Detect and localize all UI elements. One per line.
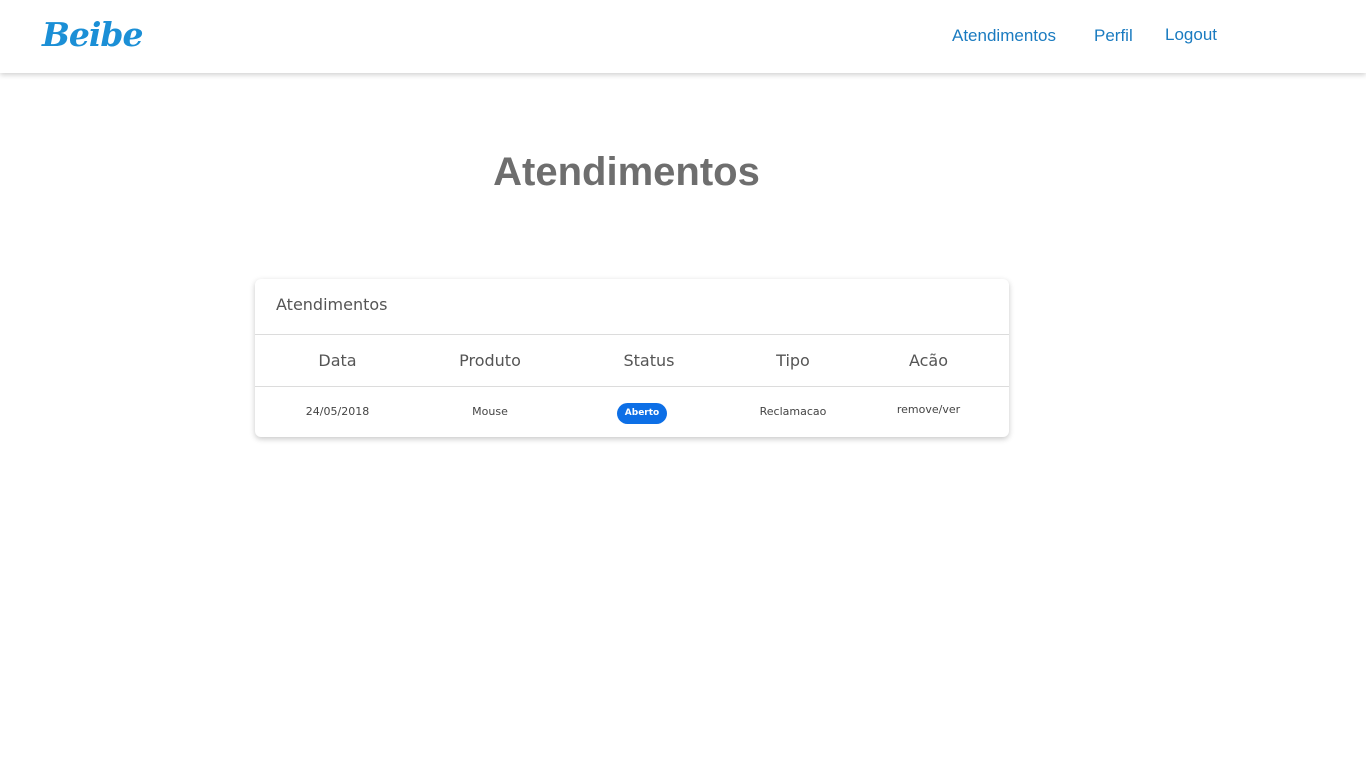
column-header-produto: Produto [459,351,521,370]
status-badge: Aberto [616,403,668,424]
column-header-acao: Acão [908,351,949,370]
column-header-tipo: Tipo [776,351,810,370]
page-title: Atendimentos [493,150,760,194]
card-header: Atendimentos [255,279,1009,335]
cell-acao: remove/ver [848,387,1009,436]
cell-produto: Mouse [472,405,508,418]
column-header-status: Status [623,351,675,370]
cell-tipo: Reclamacao [759,405,827,418]
brand-logo[interactable]: Beibe [42,13,143,57]
nav-link-perfil[interactable]: Perfil [1094,25,1133,47]
column-header-data: Data [318,351,357,370]
top-navbar: Beibe Atendimentos Perfil Logout [0,0,1366,73]
remove-view-action-link[interactable]: remove/ver [897,403,960,416]
atendimentos-card: Atendimentos Data Produto Status Tipo Ac… [255,279,1009,437]
cell-data: 24/05/2018 [305,405,370,418]
table-row: 24/05/2018 Mouse Aberto Reclamacao remov… [255,387,1009,436]
table-header-row: Data Produto Status Tipo Acão [255,335,1009,387]
nav-link-logout[interactable]: Logout [1165,24,1217,46]
nav-link-atendimentos[interactable]: Atendimentos [952,25,1056,47]
cell-status: Aberto [560,387,738,436]
